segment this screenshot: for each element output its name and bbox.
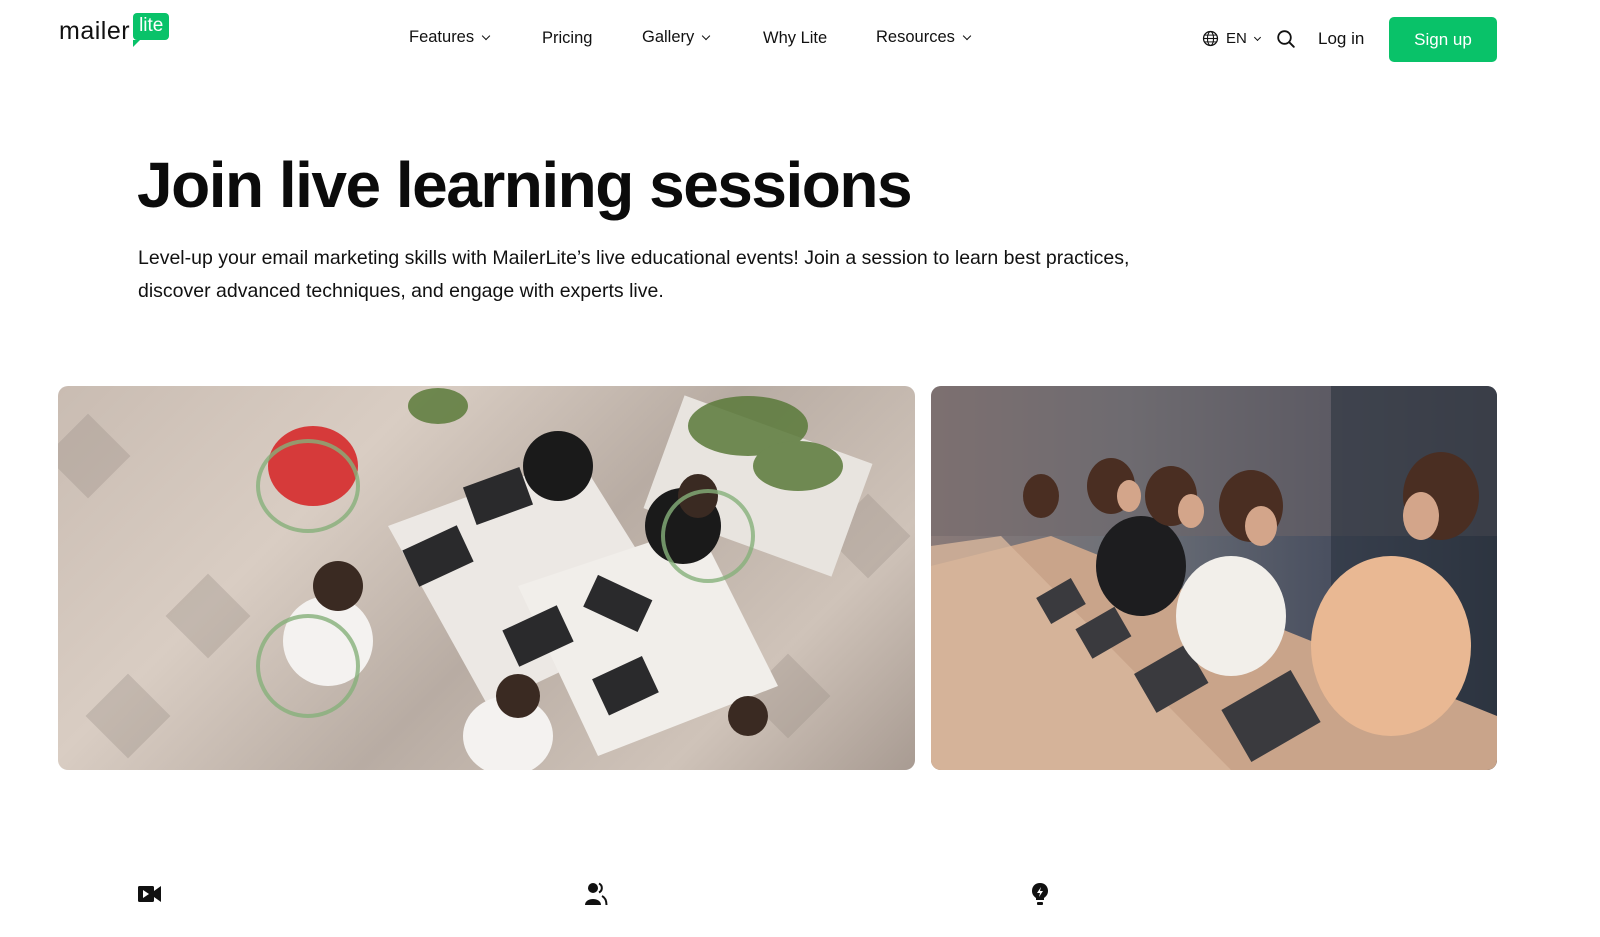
chevron-down-icon [702,31,711,40]
photo-team-desk [931,386,1497,770]
language-label: EN [1226,30,1247,47]
page-title: Join live learning sessions [137,149,913,221]
nav-features-label: Features [409,28,475,46]
nav-why-lite[interactable]: Why Lite [763,29,827,48]
nav-resources[interactable]: Resources [876,28,972,47]
chevron-down-icon [481,31,491,40]
nav-pricing[interactable]: Pricing [542,29,592,48]
nav-gallery-label: Gallery [642,28,695,46]
nav-pricing-label: Pricing [542,29,593,47]
signup-button[interactable]: Sign up [1389,17,1497,62]
photo-team-overhead [58,386,915,770]
logo-badge: lite [133,13,170,47]
photo-team-desk-illustration [931,386,1497,770]
user-group-icon [585,882,608,906]
nav-features[interactable]: Features [409,28,491,47]
chevron-down-icon [962,31,972,40]
nav-resources-label: Resources [876,28,955,46]
site-header: mailer lite Features Pricing Gallery Why… [0,0,1600,80]
logo-wordmark: mailer [59,17,131,45]
chevron-down-icon [1253,33,1261,41]
login-link[interactable]: Log in [1318,29,1364,49]
video-camera-icon [138,886,161,902]
search-icon[interactable] [1276,29,1296,49]
lightbulb-icon [1032,883,1048,905]
photo-team-overhead-illustration [58,388,911,770]
nav-why-lite-label: Why Lite [763,29,828,47]
globe-icon [1202,30,1219,47]
page-subtitle: Level-up your email marketing skills wit… [138,247,1130,302]
mailerlite-logo[interactable]: mailer lite [59,13,170,47]
language-selector[interactable]: EN [1202,30,1261,47]
nav-gallery[interactable]: Gallery [642,28,711,47]
